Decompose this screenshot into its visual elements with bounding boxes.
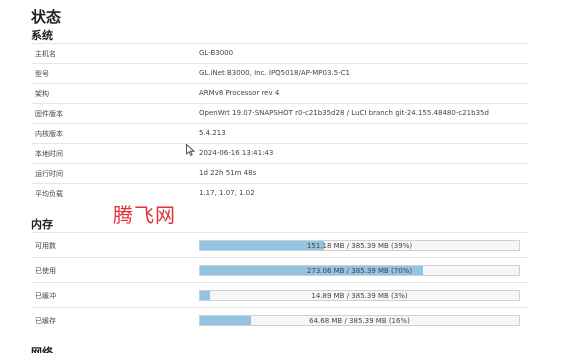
table-row-cached: 已缓存 64.68 MB / 385.39 MB (16%) [31,307,528,332]
row-value: 1.17, 1.07, 1.02 [199,189,255,197]
table-row-local-time: 本地时间 2024-06-16 13:41:43 [31,143,528,163]
table-row-kernel: 内核版本 5.4.213 [31,123,528,143]
row-label: 本地时间 [35,150,63,158]
row-label: 运行时间 [35,170,63,178]
network-section-title: 网络 [31,346,53,353]
memory-section-title: 内存 [31,218,53,231]
row-label: 固件版本 [35,110,63,118]
table-row-used: 已使用 273.06 MB / 385.39 MB (70%) [31,257,528,282]
table-row-buffered: 已缓冲 14.89 MB / 385.39 MB (3%) [31,282,528,307]
row-label: 已缓存 [35,317,56,325]
row-value: GL-B3000 [199,49,234,57]
mouse-cursor-icon [186,144,195,156]
progress-bar-text: 64.68 MB / 385.39 MB (16%) [309,317,410,325]
progress-bar-text: 273.06 MB / 385.39 MB (70%) [306,267,413,275]
table-row-uptime: 运行时间 1d 22h 51m 48s [31,163,528,183]
row-label: 架构 [35,90,49,98]
table-row-firmware: 固件版本 OpenWrt 19.07-SNAPSHOT r0-c21b35d28… [31,103,528,123]
row-label: 型号 [35,70,49,78]
row-label: 平均负载 [35,190,63,198]
progress-bar: 151.18 MB / 385.39 MB (39%) [199,240,520,251]
table-row-hostname: 主机名 GL-B3000 [31,43,528,63]
row-value: GL.iNet B3000, Inc. IPQ5018/AP-MP03.5-C1 [199,69,350,77]
row-label: 可用数 [35,242,56,250]
page-title: 状态 [31,8,62,26]
system-section-title: 系统 [31,29,53,42]
row-label: 内核版本 [35,130,63,138]
progress-bar: 64.68 MB / 385.39 MB (16%) [199,315,520,326]
table-row-model: 型号 GL.iNet B3000, Inc. IPQ5018/AP-MP03.5… [31,63,528,83]
progress-bar: 14.89 MB / 385.39 MB (3%) [199,290,520,301]
table-row-available: 可用数 151.18 MB / 385.39 MB (39%) [31,232,528,257]
row-label: 已使用 [35,267,56,275]
memory-info-table: 可用数 151.18 MB / 385.39 MB (39%) 已使用 273.… [31,232,528,332]
row-label: 主机名 [35,50,56,58]
progress-bar-text: 14.89 MB / 385.39 MB (3%) [311,292,408,300]
progress-bar-text: 151.18 MB / 385.39 MB (39%) [306,242,413,250]
table-row-load-average: 平均负载 1.17, 1.07, 1.02 [31,183,528,203]
row-value: OpenWrt 19.07-SNAPSHOT r0-c21b35d28 / Lu… [199,109,489,117]
watermark-logo: 腾飞网 [113,203,176,227]
row-value: ARMv8 Processor rev 4 [199,89,280,97]
system-info-table: 主机名 GL-B3000 型号 GL.iNet B3000, Inc. IPQ5… [31,43,528,203]
row-label: 已缓冲 [35,292,56,300]
table-row-architecture: 架构 ARMv8 Processor rev 4 [31,83,528,103]
progress-bar: 273.06 MB / 385.39 MB (70%) [199,265,520,276]
row-value: 5.4.213 [199,129,226,137]
row-value: 2024-06-16 13:41:43 [199,149,274,157]
row-value: 1d 22h 51m 48s [199,169,257,177]
